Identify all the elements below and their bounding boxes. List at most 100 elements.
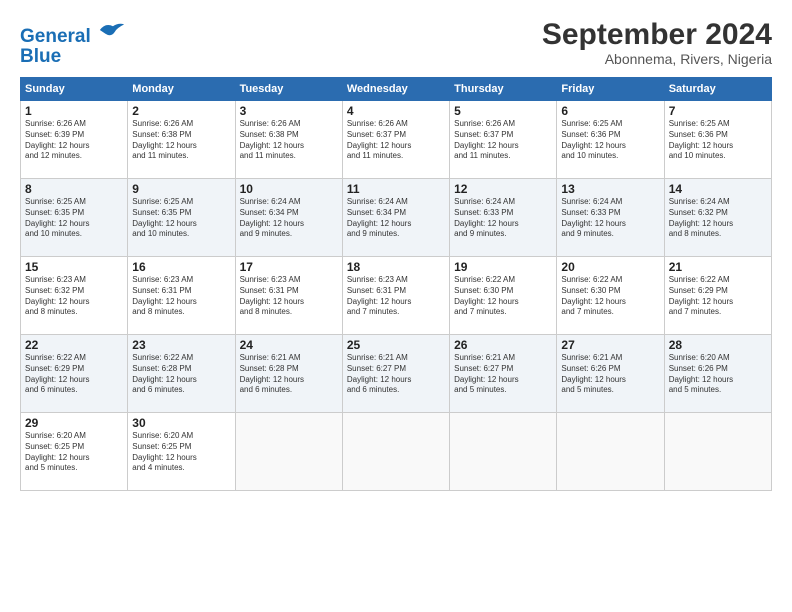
- day-number: 7: [669, 104, 767, 118]
- calendar-cell: 4Sunrise: 6:26 AM Sunset: 6:37 PM Daylig…: [342, 101, 449, 179]
- calendar-cell: 11Sunrise: 6:24 AM Sunset: 6:34 PM Dayli…: [342, 179, 449, 257]
- day-number: 8: [25, 182, 123, 196]
- calendar-cell: 21Sunrise: 6:22 AM Sunset: 6:29 PM Dayli…: [664, 257, 771, 335]
- calendar-cell: 13Sunrise: 6:24 AM Sunset: 6:33 PM Dayli…: [557, 179, 664, 257]
- calendar-week-4: 22Sunrise: 6:22 AM Sunset: 6:29 PM Dayli…: [21, 335, 772, 413]
- day-number: 2: [132, 104, 230, 118]
- weekday-header-saturday: Saturday: [664, 78, 771, 101]
- location-title: Abonnema, Rivers, Nigeria: [542, 51, 772, 67]
- day-number: 17: [240, 260, 338, 274]
- page-header: General Blue September 2024 Abonnema, Ri…: [20, 18, 772, 67]
- calendar-cell: 10Sunrise: 6:24 AM Sunset: 6:34 PM Dayli…: [235, 179, 342, 257]
- day-info: Sunrise: 6:23 AM Sunset: 6:32 PM Dayligh…: [25, 275, 123, 318]
- day-info: Sunrise: 6:24 AM Sunset: 6:34 PM Dayligh…: [347, 197, 445, 240]
- calendar-cell: 2Sunrise: 6:26 AM Sunset: 6:38 PM Daylig…: [128, 101, 235, 179]
- calendar-cell: [450, 413, 557, 491]
- day-info: Sunrise: 6:22 AM Sunset: 6:28 PM Dayligh…: [132, 353, 230, 396]
- calendar-cell: 14Sunrise: 6:24 AM Sunset: 6:32 PM Dayli…: [664, 179, 771, 257]
- calendar-cell: [557, 413, 664, 491]
- day-number: 5: [454, 104, 552, 118]
- weekday-header-friday: Friday: [557, 78, 664, 101]
- day-info: Sunrise: 6:22 AM Sunset: 6:30 PM Dayligh…: [561, 275, 659, 318]
- day-number: 22: [25, 338, 123, 352]
- calendar-cell: 1Sunrise: 6:26 AM Sunset: 6:39 PM Daylig…: [21, 101, 128, 179]
- day-number: 27: [561, 338, 659, 352]
- title-section: September 2024 Abonnema, Rivers, Nigeria: [542, 18, 772, 67]
- day-info: Sunrise: 6:24 AM Sunset: 6:33 PM Dayligh…: [561, 197, 659, 240]
- day-info: Sunrise: 6:25 AM Sunset: 6:35 PM Dayligh…: [132, 197, 230, 240]
- day-number: 15: [25, 260, 123, 274]
- calendar-header-row: SundayMondayTuesdayWednesdayThursdayFrid…: [21, 78, 772, 101]
- month-title: September 2024: [542, 18, 772, 51]
- calendar-cell: 28Sunrise: 6:20 AM Sunset: 6:26 PM Dayli…: [664, 335, 771, 413]
- day-info: Sunrise: 6:21 AM Sunset: 6:27 PM Dayligh…: [454, 353, 552, 396]
- logo-bird-icon: [98, 18, 126, 42]
- weekday-header-thursday: Thursday: [450, 78, 557, 101]
- day-info: Sunrise: 6:26 AM Sunset: 6:39 PM Dayligh…: [25, 119, 123, 162]
- weekday-header-monday: Monday: [128, 78, 235, 101]
- day-info: Sunrise: 6:24 AM Sunset: 6:34 PM Dayligh…: [240, 197, 338, 240]
- day-number: 19: [454, 260, 552, 274]
- day-info: Sunrise: 6:26 AM Sunset: 6:38 PM Dayligh…: [240, 119, 338, 162]
- calendar-cell: 9Sunrise: 6:25 AM Sunset: 6:35 PM Daylig…: [128, 179, 235, 257]
- weekday-header-wednesday: Wednesday: [342, 78, 449, 101]
- day-info: Sunrise: 6:20 AM Sunset: 6:25 PM Dayligh…: [132, 431, 230, 474]
- day-info: Sunrise: 6:24 AM Sunset: 6:32 PM Dayligh…: [669, 197, 767, 240]
- day-number: 9: [132, 182, 230, 196]
- calendar-cell: 7Sunrise: 6:25 AM Sunset: 6:36 PM Daylig…: [664, 101, 771, 179]
- day-number: 29: [25, 416, 123, 430]
- calendar-cell: 30Sunrise: 6:20 AM Sunset: 6:25 PM Dayli…: [128, 413, 235, 491]
- day-info: Sunrise: 6:23 AM Sunset: 6:31 PM Dayligh…: [132, 275, 230, 318]
- calendar-cell: 5Sunrise: 6:26 AM Sunset: 6:37 PM Daylig…: [450, 101, 557, 179]
- day-number: 25: [347, 338, 445, 352]
- day-number: 3: [240, 104, 338, 118]
- calendar-cell: 29Sunrise: 6:20 AM Sunset: 6:25 PM Dayli…: [21, 413, 128, 491]
- calendar-cell: 8Sunrise: 6:25 AM Sunset: 6:35 PM Daylig…: [21, 179, 128, 257]
- calendar-week-3: 15Sunrise: 6:23 AM Sunset: 6:32 PM Dayli…: [21, 257, 772, 335]
- calendar-cell: 16Sunrise: 6:23 AM Sunset: 6:31 PM Dayli…: [128, 257, 235, 335]
- calendar-cell: [235, 413, 342, 491]
- day-info: Sunrise: 6:22 AM Sunset: 6:29 PM Dayligh…: [669, 275, 767, 318]
- calendar-cell: 3Sunrise: 6:26 AM Sunset: 6:38 PM Daylig…: [235, 101, 342, 179]
- day-info: Sunrise: 6:21 AM Sunset: 6:26 PM Dayligh…: [561, 353, 659, 396]
- calendar-cell: 18Sunrise: 6:23 AM Sunset: 6:31 PM Dayli…: [342, 257, 449, 335]
- day-info: Sunrise: 6:21 AM Sunset: 6:27 PM Dayligh…: [347, 353, 445, 396]
- day-info: Sunrise: 6:24 AM Sunset: 6:33 PM Dayligh…: [454, 197, 552, 240]
- calendar-week-2: 8Sunrise: 6:25 AM Sunset: 6:35 PM Daylig…: [21, 179, 772, 257]
- day-info: Sunrise: 6:20 AM Sunset: 6:25 PM Dayligh…: [25, 431, 123, 474]
- calendar-cell: 26Sunrise: 6:21 AM Sunset: 6:27 PM Dayli…: [450, 335, 557, 413]
- day-info: Sunrise: 6:21 AM Sunset: 6:28 PM Dayligh…: [240, 353, 338, 396]
- day-number: 16: [132, 260, 230, 274]
- day-number: 26: [454, 338, 552, 352]
- day-info: Sunrise: 6:25 AM Sunset: 6:35 PM Dayligh…: [25, 197, 123, 240]
- calendar-cell: 24Sunrise: 6:21 AM Sunset: 6:28 PM Dayli…: [235, 335, 342, 413]
- calendar-week-5: 29Sunrise: 6:20 AM Sunset: 6:25 PM Dayli…: [21, 413, 772, 491]
- calendar-cell: 6Sunrise: 6:25 AM Sunset: 6:36 PM Daylig…: [557, 101, 664, 179]
- calendar-cell: 23Sunrise: 6:22 AM Sunset: 6:28 PM Dayli…: [128, 335, 235, 413]
- day-info: Sunrise: 6:23 AM Sunset: 6:31 PM Dayligh…: [347, 275, 445, 318]
- calendar-cell: 27Sunrise: 6:21 AM Sunset: 6:26 PM Dayli…: [557, 335, 664, 413]
- day-number: 20: [561, 260, 659, 274]
- logo-general: General: [20, 26, 91, 47]
- calendar-cell: 22Sunrise: 6:22 AM Sunset: 6:29 PM Dayli…: [21, 335, 128, 413]
- day-info: Sunrise: 6:25 AM Sunset: 6:36 PM Dayligh…: [561, 119, 659, 162]
- day-number: 28: [669, 338, 767, 352]
- calendar-cell: 17Sunrise: 6:23 AM Sunset: 6:31 PM Dayli…: [235, 257, 342, 335]
- day-number: 14: [669, 182, 767, 196]
- calendar-cell: [342, 413, 449, 491]
- day-number: 10: [240, 182, 338, 196]
- logo: General Blue: [20, 18, 126, 67]
- day-info: Sunrise: 6:25 AM Sunset: 6:36 PM Dayligh…: [669, 119, 767, 162]
- calendar-body: 1Sunrise: 6:26 AM Sunset: 6:39 PM Daylig…: [21, 101, 772, 491]
- calendar-cell: 12Sunrise: 6:24 AM Sunset: 6:33 PM Dayli…: [450, 179, 557, 257]
- day-info: Sunrise: 6:26 AM Sunset: 6:38 PM Dayligh…: [132, 119, 230, 162]
- day-number: 21: [669, 260, 767, 274]
- weekday-header-sunday: Sunday: [21, 78, 128, 101]
- weekday-header-tuesday: Tuesday: [235, 78, 342, 101]
- day-info: Sunrise: 6:22 AM Sunset: 6:30 PM Dayligh…: [454, 275, 552, 318]
- day-number: 4: [347, 104, 445, 118]
- day-number: 6: [561, 104, 659, 118]
- day-number: 1: [25, 104, 123, 118]
- calendar-table: SundayMondayTuesdayWednesdayThursdayFrid…: [20, 77, 772, 491]
- day-number: 12: [454, 182, 552, 196]
